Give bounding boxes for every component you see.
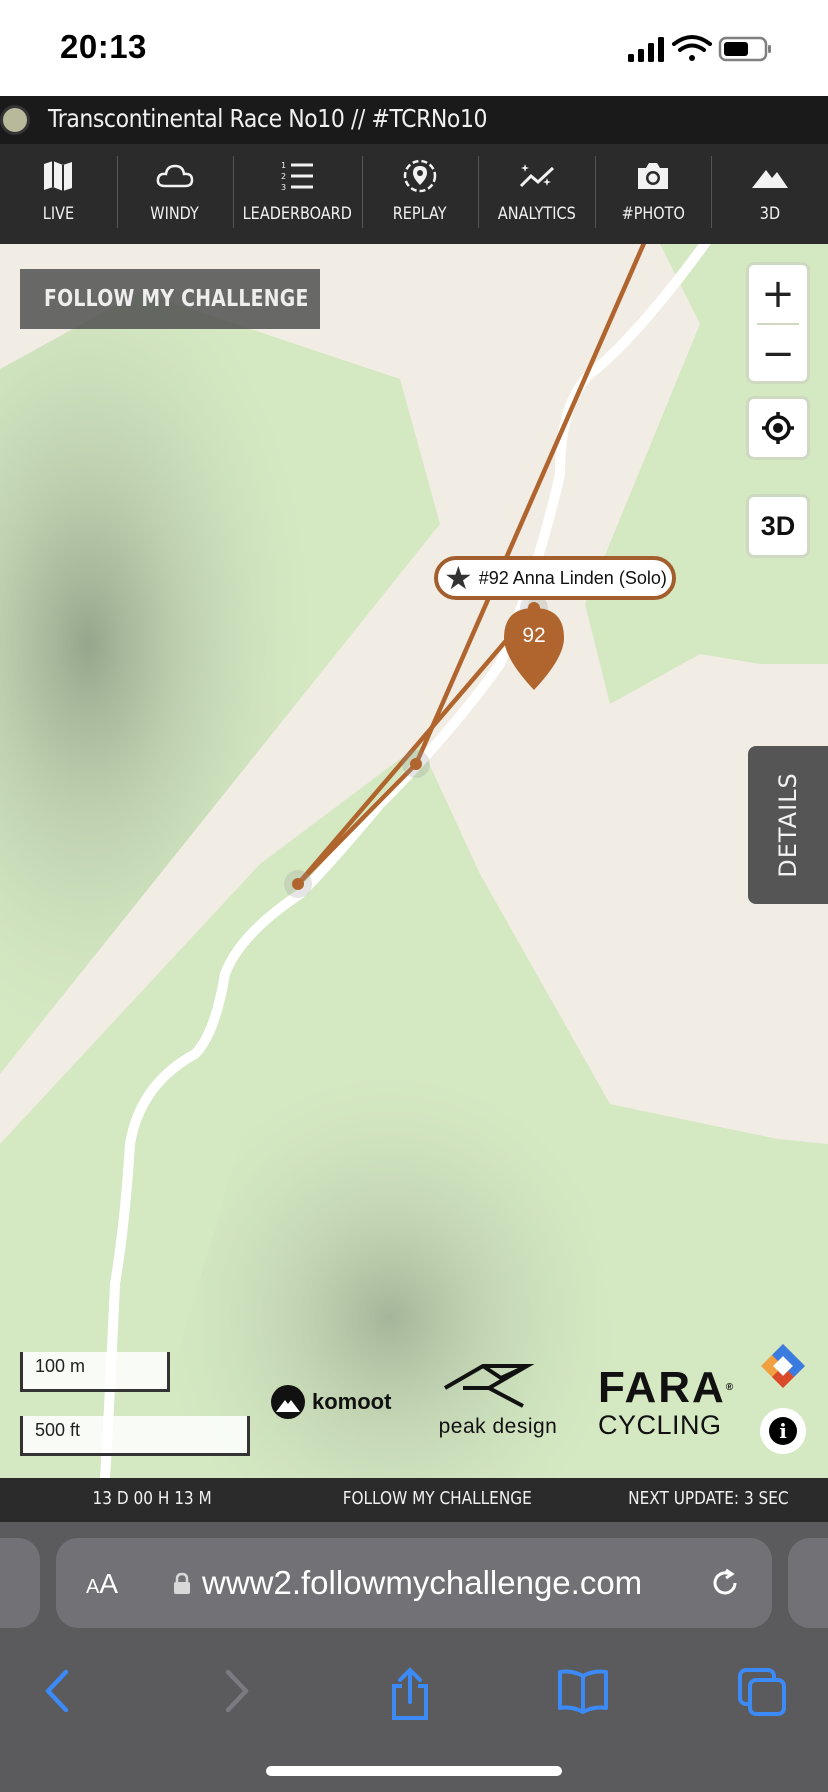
nav-label: WINDY (150, 204, 200, 224)
app-title-bar: Transcontinental Race No10 // #TCRNo10 (0, 96, 828, 144)
fara-cycling-logo[interactable]: FARA® CYCLING (598, 1363, 736, 1441)
nav-windy[interactable]: WINDY (116, 144, 234, 244)
reload-icon[interactable] (708, 1566, 742, 1600)
star-icon: ★ (444, 559, 473, 597)
zoom-out-button[interactable]: − (749, 325, 807, 381)
nav-leaderboard[interactable]: 1 2 3 LEADERBOARD (233, 144, 361, 244)
rider-label[interactable]: ★ #92 Anna Linden (Solo) (434, 556, 676, 600)
wifi-icon (672, 35, 712, 61)
details-label: DETAILS (774, 772, 803, 878)
next-tab-preview[interactable] (788, 1538, 828, 1628)
browser-chrome: AA www2.followmychallenge.com (0, 1522, 828, 1792)
location-pin-circle-icon (403, 159, 437, 193)
badge-text: FOLLOW MY CHALLENGE (44, 286, 309, 312)
komoot-text: komoot (312, 1389, 392, 1414)
scale-bar-metric: 100 m (20, 1352, 170, 1392)
lock-icon (174, 1572, 190, 1594)
nav-label: ANALYTICS (497, 204, 576, 224)
peak-design-logo[interactable]: peak design (438, 1362, 558, 1439)
rider-number: 92 (522, 624, 546, 647)
list-numbered-icon: 1 2 3 (281, 161, 314, 192)
crosshair-icon (762, 412, 794, 444)
address-bar[interactable]: AA www2.followmychallenge.com (56, 1538, 772, 1628)
share-icon[interactable] (386, 1666, 434, 1722)
komoot-logo[interactable]: komoot (270, 1384, 391, 1420)
map-view[interactable]: FOLLOW MY CHALLENGE + − 3D ★ #92 Anna Li… (0, 244, 828, 1478)
camera-icon (638, 163, 669, 189)
zoom-control: + − (746, 262, 810, 384)
tabs-icon[interactable] (736, 1666, 788, 1718)
analytics-chart-icon (519, 164, 554, 188)
nav-live[interactable]: LIVE (0, 144, 117, 244)
elapsed-time: 13 D 00 H 13 M (92, 1488, 212, 1509)
next-update: NEXT UPDATE: 3 SEC (628, 1488, 789, 1509)
nav-3d[interactable]: 3D (711, 144, 828, 244)
map-provider-logo-icon[interactable] (759, 1342, 807, 1390)
info-icon: i (769, 1417, 797, 1445)
event-title: Transcontinental Race No10 // #TCRNo10 (48, 104, 488, 133)
forward-icon[interactable] (216, 1666, 256, 1716)
nav-replay[interactable]: REPLAY (361, 144, 479, 244)
registered-mark: ® (725, 1382, 736, 1393)
map-pin-icon (504, 608, 564, 690)
url-text: www2.followmychallenge.com (202, 1564, 643, 1601)
clock: 20:13 (60, 28, 147, 65)
komoot-icon (271, 1385, 305, 1419)
details-tab[interactable]: DETAILS (748, 746, 828, 904)
fara-text: FARA (598, 1363, 726, 1412)
peak-design-text: peak design (438, 1415, 558, 1438)
nav-label: 3D (759, 204, 780, 224)
svg-text:2: 2 (281, 172, 286, 181)
home-indicator[interactable] (266, 1766, 562, 1776)
cellular-signal-icon (628, 37, 664, 62)
scale-bar-imperial: 500 ft (20, 1416, 250, 1456)
svg-text:1: 1 (281, 161, 286, 170)
map-3d-button[interactable]: 3D (746, 494, 810, 558)
follow-my-challenge-logo[interactable]: FOLLOW MY CHALLENGE (20, 269, 320, 329)
app-logo-icon (0, 105, 30, 135)
scale-metric-label: 100 m (35, 1356, 86, 1376)
footer-brand: FOLLOW MY CHALLENGE (342, 1488, 532, 1509)
nav-label: LIVE (42, 204, 74, 224)
svg-text:3: 3 (281, 183, 286, 192)
scale-imperial-label: 500 ft (35, 1420, 81, 1440)
map-canvas (0, 244, 828, 1478)
nav-label: LEADERBOARD (242, 204, 353, 224)
app-nav: LIVE WINDY 1 2 3 LEADERBOARD REPLAY ANALYT… (0, 144, 828, 244)
rider-name: #92 Anna Linden (Solo) (478, 567, 667, 588)
cloud-icon (156, 164, 194, 188)
previous-tab-preview[interactable] (0, 1538, 40, 1628)
nav-photo[interactable]: #PHOTO (594, 144, 712, 244)
nav-label: REPLAY (393, 204, 447, 224)
zoom-in-button[interactable]: + (749, 265, 807, 323)
battery-icon (718, 36, 771, 62)
map-icon (44, 161, 73, 191)
peak-design-icon (443, 1364, 535, 1408)
app-footer: 13 D 00 H 13 M FOLLOW MY CHALLENGE NEXT … (0, 1478, 828, 1522)
rider-marker[interactable]: 92 (500, 606, 568, 692)
locate-button[interactable] (746, 396, 810, 460)
status-icons (628, 35, 771, 62)
nav-analytics[interactable]: ANALYTICS (478, 144, 595, 244)
bookmarks-icon[interactable] (556, 1666, 610, 1716)
nav-label: #PHOTO (621, 204, 685, 224)
reader-text-size-button[interactable]: AA (86, 1568, 118, 1600)
cycling-text: CYCLING (598, 1410, 722, 1440)
status-bar: 20:13 (0, 0, 828, 96)
mountain-icon (751, 170, 788, 188)
info-button[interactable]: i (760, 1408, 806, 1454)
back-icon[interactable] (38, 1666, 78, 1716)
browser-toolbar (0, 1656, 828, 1746)
